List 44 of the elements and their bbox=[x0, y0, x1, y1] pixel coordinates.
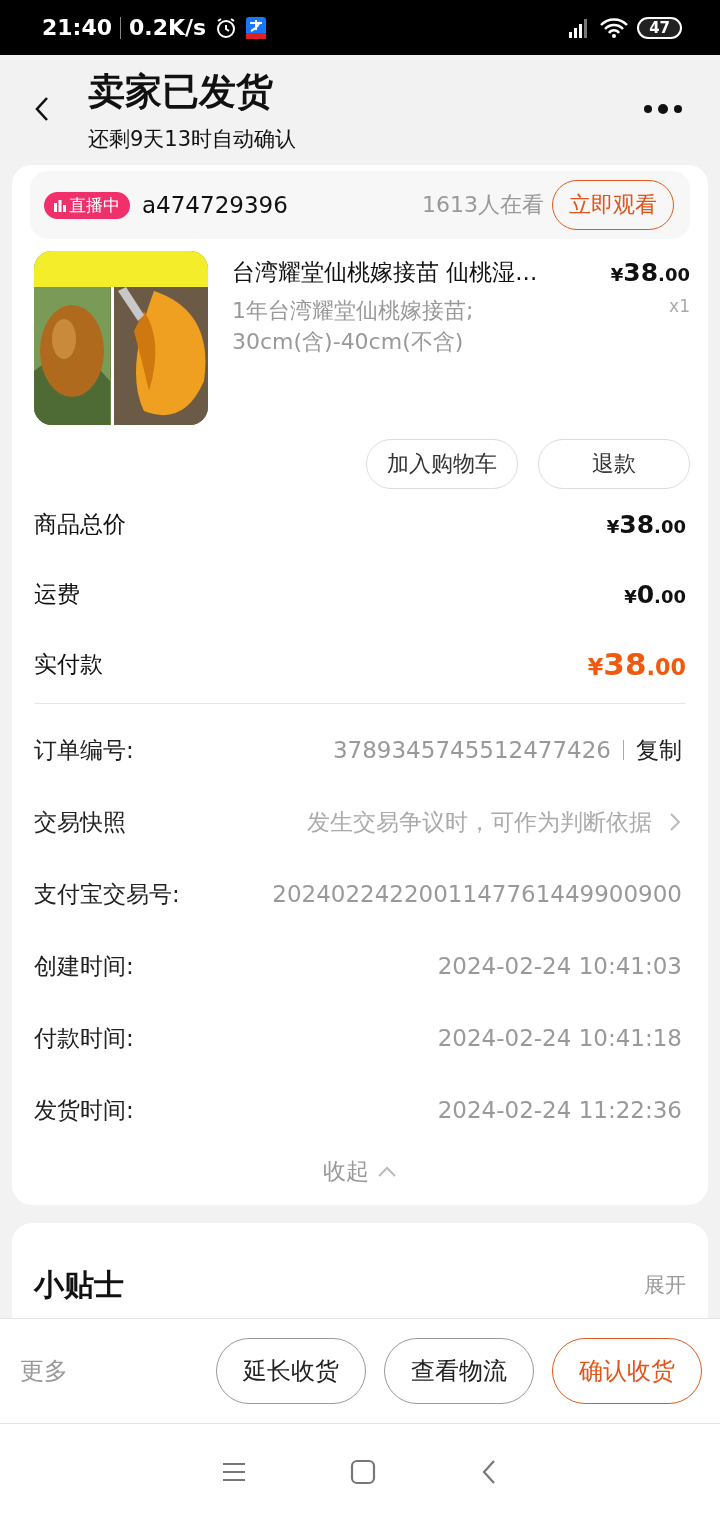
order-action-button[interactable]: 确认收货 bbox=[552, 1338, 702, 1404]
detail-label: 交易快照 bbox=[34, 807, 126, 837]
chevron-up-icon bbox=[377, 1165, 397, 1178]
amount: ¥38.00 bbox=[587, 646, 686, 682]
viewer-count: 1613人在看 bbox=[422, 191, 544, 219]
streamer-name: a474729396 bbox=[142, 192, 288, 218]
battery-icon: 47 bbox=[637, 16, 682, 39]
product-price: ¥38.00 bbox=[610, 258, 690, 287]
wifi-icon bbox=[599, 16, 630, 39]
watch-button[interactable]: 立即观看 bbox=[552, 180, 674, 230]
product-spec: 1年台湾耀堂仙桃嫁接苗; 30cm(含)-40cm(不含) bbox=[232, 297, 474, 356]
detail-label: 付款时间: bbox=[34, 1023, 134, 1053]
detail-label: 发货时间: bbox=[34, 1095, 134, 1125]
amount: ¥0.00 bbox=[624, 579, 686, 609]
detail-value: 2024-02-24 10:41:03 bbox=[437, 953, 682, 979]
network-speed: 0.2K/s bbox=[129, 15, 207, 40]
more-icon[interactable] bbox=[642, 103, 684, 117]
order-action-button[interactable]: 查看物流 bbox=[384, 1338, 534, 1404]
detail-value: 2024-02-24 10:41:18 bbox=[437, 1025, 682, 1051]
tips-title: 小贴士 bbox=[34, 1266, 124, 1304]
product-title[interactable]: 台湾耀堂仙桃嫁接苗 仙桃湿... bbox=[232, 257, 538, 288]
menu-icon[interactable] bbox=[221, 1461, 248, 1483]
detail-label: 支付宝交易号: bbox=[34, 879, 180, 909]
order-number: 3789345745512477426 bbox=[332, 737, 611, 763]
app-icon bbox=[246, 16, 267, 39]
auto-confirm-countdown: 还剩9天13时自动确认 bbox=[88, 126, 298, 153]
detail-label: 创建时间: bbox=[34, 951, 134, 981]
quantity: x1 bbox=[669, 296, 690, 318]
detail-value: 2024-02-24 11:22:36 bbox=[437, 1097, 682, 1123]
product-action-button[interactable]: 退款 bbox=[538, 439, 690, 489]
live-badge: 直播中 bbox=[44, 191, 130, 219]
clock: 21:40 bbox=[42, 15, 113, 40]
chevron-right-icon bbox=[668, 811, 682, 833]
total-label: 实付款 bbox=[34, 649, 103, 679]
page-title: 卖家已发货 bbox=[88, 69, 274, 115]
total-label: 运费 bbox=[34, 579, 80, 609]
total-label: 商品总价 bbox=[34, 509, 126, 539]
amount: ¥38.00 bbox=[606, 509, 686, 539]
product-action-button[interactable]: 加入购物车 bbox=[366, 439, 518, 489]
home-icon[interactable] bbox=[350, 1459, 376, 1485]
detail-label: 订单编号: bbox=[34, 735, 134, 765]
copy-button[interactable]: 复制 bbox=[636, 734, 682, 766]
order-action-button[interactable]: 延长收货 bbox=[216, 1338, 366, 1404]
detail-value: 2024022422001147761449900900 bbox=[272, 881, 682, 907]
